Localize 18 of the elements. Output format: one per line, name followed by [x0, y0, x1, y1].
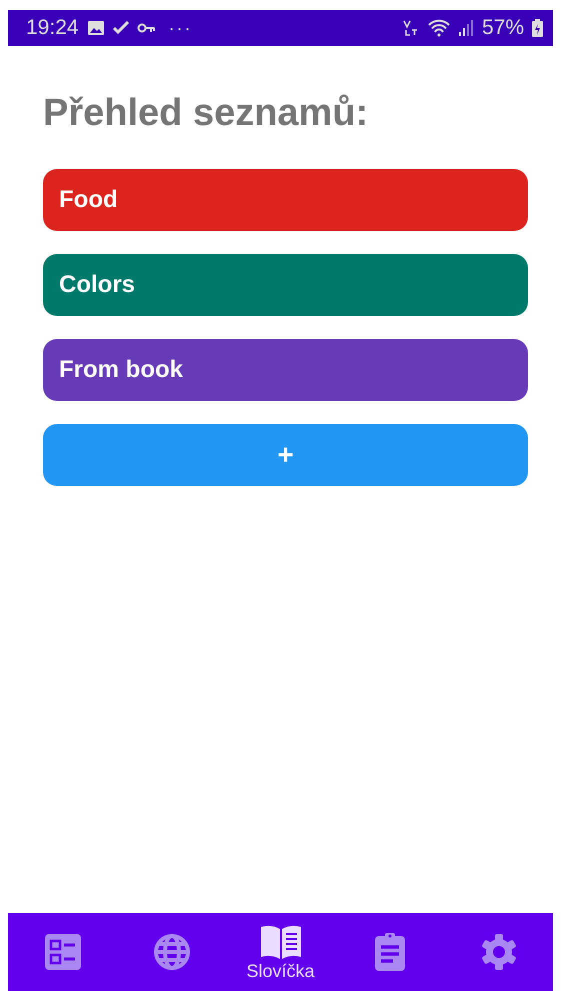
nav-tab[interactable]: Slovíčka — [240, 922, 320, 982]
wifi-icon — [428, 19, 450, 37]
checklist-icon — [42, 932, 82, 972]
volte-icon — [402, 19, 420, 37]
add-list-button[interactable]: + — [43, 424, 528, 486]
image-icon — [86, 20, 105, 36]
globe-icon — [152, 932, 192, 972]
battery-icon — [532, 19, 543, 37]
key-icon — [136, 23, 155, 33]
more-notifications: ··· — [168, 18, 193, 38]
page-title: Přehled seznamů: — [43, 92, 370, 135]
list-button[interactable]: From book — [43, 339, 528, 401]
battery-percent: 57% — [482, 16, 524, 40]
status-time: 19:24 — [26, 16, 79, 40]
list-button[interactable]: Food — [43, 169, 528, 231]
signal-icon — [458, 20, 474, 36]
checkmark-icon — [112, 21, 129, 35]
list-button[interactable]: Colors — [43, 254, 528, 316]
